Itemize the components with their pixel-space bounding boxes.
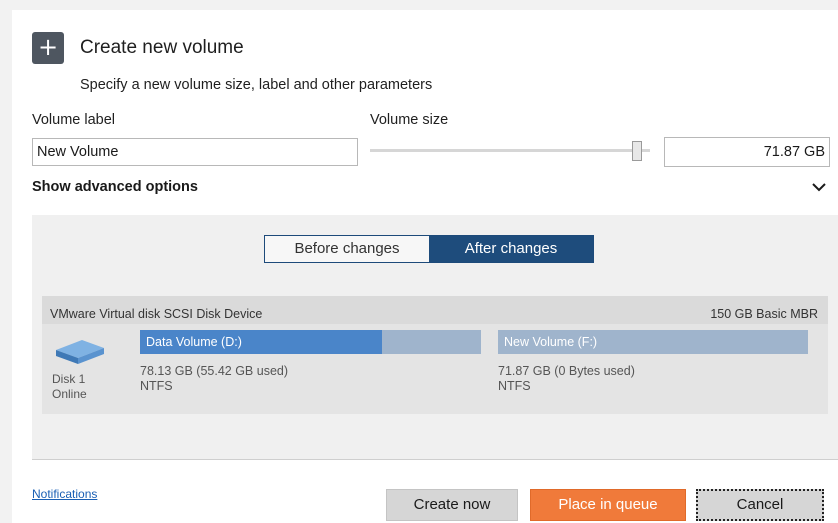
plus-icon: +: [32, 32, 64, 64]
volume-d-size: 78.13 GB (55.42 GB used): [140, 364, 289, 378]
chevron-down-icon[interactable]: [808, 176, 830, 198]
cancel-button[interactable]: Cancel: [696, 489, 824, 521]
hard-disk-icon: [56, 340, 104, 364]
disk-number: Disk 1: [52, 372, 86, 386]
disk-info: 150 GB Basic MBR: [710, 307, 818, 321]
volume-d-bar[interactable]: Data Volume (D:): [140, 330, 481, 354]
tab-before-changes[interactable]: Before changes: [265, 236, 429, 262]
volume-f-meta: 71.87 GB (0 Bytes used) NTFS: [498, 364, 635, 394]
volume-d-free-fill: [382, 330, 481, 354]
volume-f-label: New Volume (F:): [504, 335, 598, 349]
notifications-link[interactable]: Notifications: [32, 487, 97, 501]
create-volume-dialog: + Create new volume Specify a new volume…: [12, 10, 838, 523]
create-now-button[interactable]: Create now: [386, 489, 518, 521]
place-in-queue-button[interactable]: Place in queue: [530, 489, 686, 521]
volume-size-slider[interactable]: [370, 149, 650, 152]
volume-label-caption: Volume label: [32, 112, 116, 128]
disk-id: Disk 1 Online: [52, 372, 87, 402]
volume-size-slider-thumb[interactable]: [632, 141, 642, 161]
dialog-title: Create new volume: [80, 37, 244, 58]
volume-size-input[interactable]: [664, 137, 830, 167]
tab-after-changes[interactable]: After changes: [429, 236, 593, 262]
volume-label-input[interactable]: [32, 138, 358, 166]
volume-d-meta: 78.13 GB (55.42 GB used) NTFS: [140, 364, 288, 394]
volume-d-label: Data Volume (D:): [146, 335, 242, 349]
volume-f-size: 71.87 GB (0 Bytes used): [498, 364, 635, 378]
disk-name: VMware Virtual disk SCSI Disk Device: [50, 307, 263, 321]
volume-d-fs: NTFS: [140, 379, 173, 393]
volume-f-bar[interactable]: New Volume (F:): [498, 330, 808, 354]
show-advanced-options-toggle[interactable]: Show advanced options: [32, 179, 198, 195]
dialog-subtitle: Specify a new volume size, label and oth…: [80, 77, 433, 93]
disk-status: Online: [52, 387, 87, 401]
volume-f-fs: NTFS: [498, 379, 531, 393]
volume-size-caption: Volume size: [370, 112, 449, 128]
changes-view-toggle: Before changes After changes: [264, 235, 594, 263]
